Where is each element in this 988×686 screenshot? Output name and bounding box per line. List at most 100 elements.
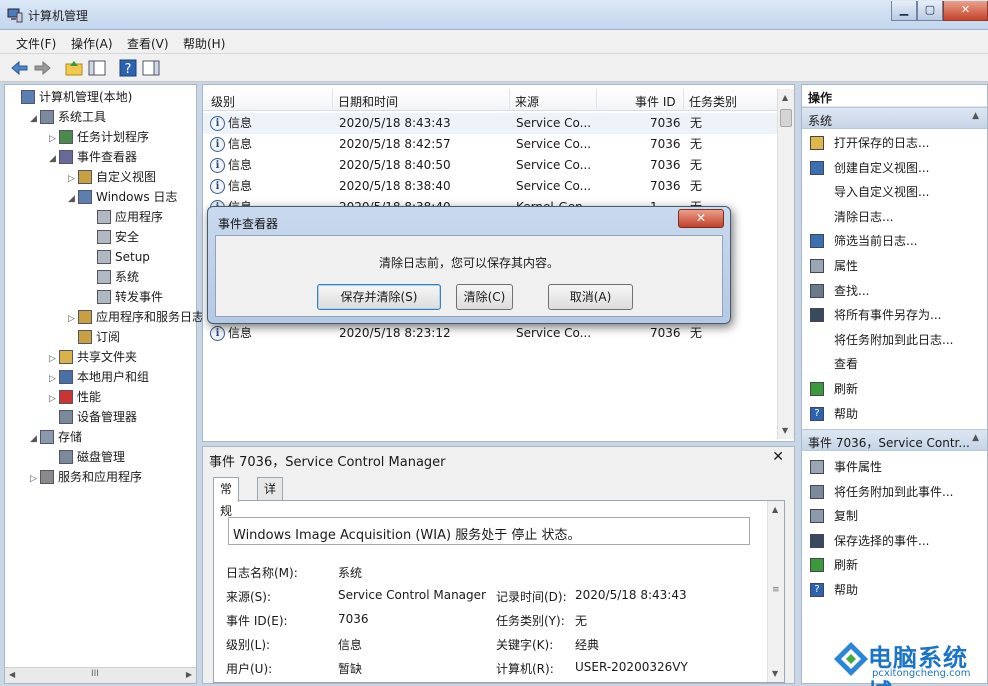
actions-group-event[interactable]: 事件 7036，Service Contr... ▲ (802, 429, 987, 451)
column-level[interactable]: 级别 (211, 93, 235, 110)
action-item[interactable]: 复制 (802, 504, 987, 528)
event-message[interactable]: Windows Image Acquisition (WIA) 服务处于 停止 … (228, 517, 750, 545)
info-icon: i (210, 179, 225, 194)
collapsed-triangle-icon[interactable]: ▷ (49, 349, 59, 369)
tree-node-label: 系统 (115, 270, 140, 284)
clear-button[interactable]: 清除(C) (456, 284, 513, 310)
dialog-close-button[interactable]: ✕ (678, 209, 724, 228)
scrollbar-thumb[interactable] (780, 109, 792, 127)
back-arrow-icon[interactable] (10, 58, 30, 78)
tree-node[interactable]: ◢ 系统工具 (30, 107, 106, 127)
action-item[interactable]: 刷新 (802, 553, 987, 577)
tree-node-label: 系统工具 (58, 110, 107, 124)
action-item[interactable]: ? 帮助 (802, 578, 987, 602)
help-icon[interactable]: ? (118, 58, 138, 78)
cancel-button[interactable]: 取消(A) (548, 284, 633, 310)
tree-node[interactable]: ▷ 本地用户和组 (49, 367, 149, 387)
save-and-clear-button[interactable]: 保存并清除(S) (317, 284, 441, 310)
action-item[interactable]: 查看 (802, 352, 987, 376)
event-row[interactable]: i 信息 2020/5/18 8:23:12 Service Co... 7036 无 (203, 323, 777, 344)
menu-view[interactable]: 查看(V) (127, 35, 169, 52)
tree-node[interactable]: ◢ 存储 (30, 427, 82, 447)
scrollbar-grip[interactable]: III (91, 669, 99, 679)
collapsed-triangle-icon[interactable]: ▷ (49, 389, 59, 409)
action-item[interactable]: 事件属性 (802, 455, 987, 479)
tree-node[interactable]: ◢ 事件查看器 (49, 147, 137, 167)
action-item[interactable]: 打开保存的日志... (802, 131, 987, 155)
event-row[interactable]: i 信息 2020/5/18 8:42:57 Service Co... 7036 无 (203, 134, 777, 155)
collapsed-triangle-icon[interactable]: ▷ (49, 129, 59, 149)
collapse-icon[interactable]: ▲ (972, 111, 979, 121)
collapsed-triangle-icon[interactable]: ▷ (68, 309, 78, 329)
column-task-category[interactable]: 任务类别 (689, 93, 737, 110)
tree-node[interactable]: ▷ 服务和应用程序 (30, 467, 142, 487)
tab-details[interactable]: 详细信息 (257, 477, 284, 562)
up-folder-icon[interactable] (64, 58, 84, 78)
menu-help[interactable]: 帮助(H) (183, 35, 225, 52)
collapsed-triangle-icon[interactable]: ▷ (49, 369, 59, 389)
tree-horizontal-scrollbar[interactable]: ◀ III ▶ (5, 667, 196, 683)
event-level-cell: 信息 (228, 179, 253, 193)
event-source-cell: Service Co... (516, 326, 592, 340)
minimize-button[interactable]: ▁ (891, 1, 917, 21)
collapsed-triangle-icon[interactable]: ▷ (68, 169, 78, 189)
tree-node[interactable]: ▷ 性能 (49, 387, 101, 407)
tree-node[interactable]: 应用程序 (87, 207, 163, 227)
tree-node[interactable]: 设备管理器 (49, 407, 137, 427)
tree-node-icon (59, 130, 73, 144)
menu-file[interactable]: 文件(F) (16, 35, 56, 52)
action-item[interactable]: 导入自定义视图... (802, 180, 987, 204)
expanded-triangle-icon[interactable]: ◢ (68, 189, 78, 209)
column-datetime[interactable]: 日期和时间 (338, 93, 398, 110)
computer-label: 计算机(R): (496, 662, 554, 676)
expanded-triangle-icon[interactable]: ◢ (30, 429, 40, 449)
action-item[interactable]: 将所有事件另存为... (802, 303, 987, 327)
tree-node[interactable]: 转发事件 (87, 287, 163, 307)
tree-node[interactable]: ▷ 共享文件夹 (49, 347, 137, 367)
action-item[interactable]: 将任务附加到此日志... (802, 328, 987, 352)
show-hide-action-pane-icon[interactable] (141, 58, 161, 78)
action-item[interactable]: 将任务附加到此事件... (802, 480, 987, 504)
event-row[interactable]: i 信息 2020/5/18 8:40:50 Service Co... 7036 无 (203, 155, 777, 176)
tree-node-icon (97, 250, 111, 264)
tree-node[interactable]: ◢ Windows 日志 (68, 187, 177, 207)
tree-node[interactable]: 系统 (87, 267, 139, 287)
properties-icon (810, 259, 824, 273)
action-item[interactable]: 保存选择的事件... (802, 529, 987, 553)
action-item[interactable]: 刷新 (802, 377, 987, 401)
expanded-triangle-icon[interactable]: ◢ (30, 109, 40, 129)
detail-scrollbar[interactable]: ▲ ≡ ▼ (767, 501, 784, 682)
column-source[interactable]: 来源 (515, 93, 539, 110)
actions-group-system[interactable]: 系统 ▲ (802, 107, 987, 129)
forward-arrow-icon[interactable] (32, 58, 52, 78)
expanded-triangle-icon[interactable]: ◢ (49, 149, 59, 169)
action-item[interactable]: 筛选当前日志... (802, 229, 987, 253)
tree-node[interactable]: 计算机管理(本地) (11, 87, 132, 107)
close-detail-icon[interactable]: ✕ (772, 449, 784, 465)
show-hide-tree-icon[interactable] (87, 58, 107, 78)
collapse-icon[interactable]: ▲ (972, 433, 979, 443)
tree-node[interactable]: 订阅 (68, 327, 120, 347)
action-item[interactable]: 属性 (802, 254, 987, 278)
event-row[interactable]: i 信息 2020/5/18 8:43:43 Service Co... 7036 无 (203, 113, 777, 134)
column-event-id[interactable]: 事件 ID (635, 93, 676, 110)
event-list-scrollbar[interactable]: ▲ ▼ (777, 89, 794, 439)
tree-node-icon (21, 90, 35, 104)
event-row[interactable]: i 信息 2020/5/18 8:38:40 Service Co... 7036 无 (203, 176, 777, 197)
tree-node[interactable]: 安全 (87, 227, 139, 247)
collapsed-triangle-icon[interactable]: ▷ (30, 469, 40, 489)
tree-node[interactable]: 磁盘管理 (49, 447, 125, 467)
maximize-button[interactable]: ▢ (917, 1, 943, 21)
action-item[interactable]: 查找... (802, 279, 987, 303)
action-item[interactable]: 创建自定义视图... (802, 156, 987, 180)
menu-action[interactable]: 操作(A) (71, 35, 113, 52)
tree-node[interactable]: ▷ 任务计划程序 (49, 127, 149, 147)
tree-node[interactable]: ▷ 应用程序和服务日志 (68, 307, 204, 327)
action-item[interactable]: 清除日志... (802, 205, 987, 229)
event-source-cell: Service Co... (516, 158, 592, 172)
action-item[interactable]: ? 帮助 (802, 402, 987, 426)
tab-general[interactable]: 常规 (213, 477, 240, 518)
close-button[interactable]: ✕ (943, 1, 988, 21)
tree-node[interactable]: Setup (87, 247, 150, 267)
tree-node[interactable]: ▷ 自定义视图 (68, 167, 156, 187)
